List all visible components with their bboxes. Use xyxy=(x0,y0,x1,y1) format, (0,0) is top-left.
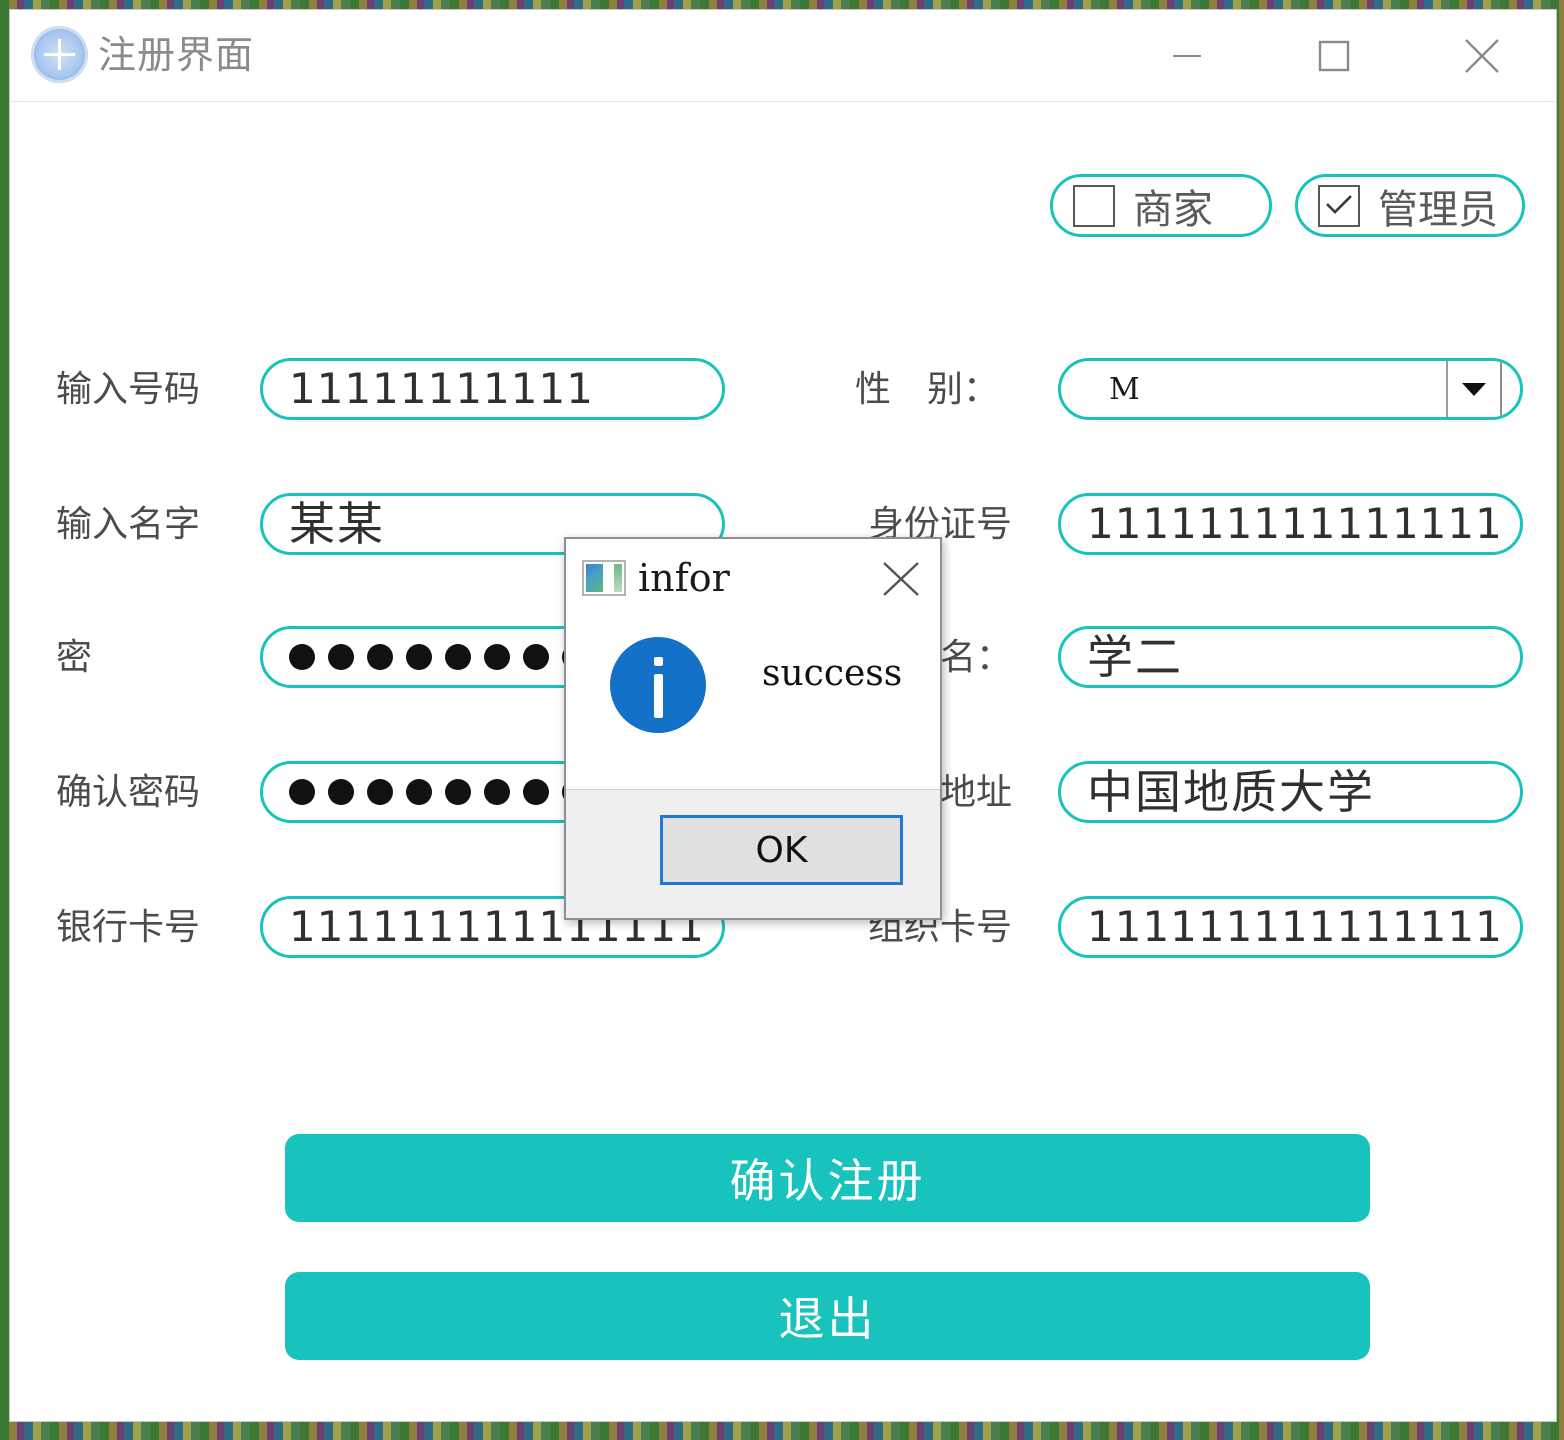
java-window-icon xyxy=(582,560,626,596)
info-circle-icon xyxy=(610,637,706,733)
exit-button[interactable]: 退出 xyxy=(285,1272,1370,1360)
checkbox-checked-icon[interactable] xyxy=(1318,184,1360,227)
window-title: 注册界面 xyxy=(98,33,255,77)
checkbox-unchecked-icon[interactable] xyxy=(1073,184,1115,227)
confirm-register-button[interactable]: 确认注册 xyxy=(285,1134,1370,1222)
value-password-dots xyxy=(289,644,588,670)
label-confirm-password: 确认密码 xyxy=(56,772,201,813)
close-icon xyxy=(1465,39,1499,73)
value-phone: 11111111111 xyxy=(289,364,594,413)
input-org-card[interactable]: 111111111111111 xyxy=(1058,896,1523,958)
registration-window: 注册界面 商家 管理员 输入号码 11111111111 输入名字 某某 密 码… xyxy=(9,9,1557,1422)
role-label-admin: 管理员 xyxy=(1378,186,1498,233)
maximize-icon xyxy=(1318,40,1350,72)
role-label-merchant: 商家 xyxy=(1133,186,1213,233)
value-gender: M xyxy=(1109,371,1140,407)
info-dialog: infor success OK xyxy=(564,537,942,920)
chevron-down-icon[interactable] xyxy=(1446,361,1502,417)
value-org-name: 学二 xyxy=(1087,630,1183,684)
dialog-footer: OK xyxy=(566,789,940,918)
select-gender[interactable]: M xyxy=(1058,358,1523,420)
dialog-message: success xyxy=(762,653,903,694)
university-seal-icon xyxy=(31,26,88,83)
value-id-number: 111111111111111 xyxy=(1087,499,1503,548)
maximize-button[interactable] xyxy=(1299,28,1369,84)
dialog-body: success xyxy=(566,617,940,789)
close-icon xyxy=(883,562,919,596)
dialog-close-button[interactable] xyxy=(878,557,924,601)
dialog-titlebar: infor xyxy=(566,539,940,617)
label-phone: 输入号码 xyxy=(56,369,201,410)
input-org-address[interactable]: 中国地质大学 xyxy=(1058,761,1523,823)
gender-select-inner: M xyxy=(1087,361,1514,417)
input-id-number[interactable]: 111111111111111 xyxy=(1058,493,1523,555)
role-checkbox-merchant[interactable]: 商家 xyxy=(1050,174,1272,237)
value-org-address: 中国地质大学 xyxy=(1087,765,1375,819)
role-checkbox-admin[interactable]: 管理员 xyxy=(1295,174,1525,237)
label-gender: 性 别： xyxy=(855,369,1000,410)
close-button[interactable] xyxy=(1447,28,1517,84)
dialog-title: infor xyxy=(638,556,730,600)
minimize-icon xyxy=(1173,55,1201,57)
input-phone[interactable]: 11111111111 xyxy=(260,358,725,420)
input-org-name[interactable]: 学二 xyxy=(1058,626,1523,688)
dialog-ok-button[interactable]: OK xyxy=(660,815,903,885)
value-confirm-password-dots xyxy=(289,779,588,805)
value-org-card: 111111111111111 xyxy=(1087,902,1503,951)
minimize-button[interactable] xyxy=(1152,28,1222,84)
check-icon xyxy=(1326,194,1352,214)
window-titlebar: 注册界面 xyxy=(10,10,1556,102)
label-bank-card: 银行卡号 xyxy=(56,907,201,948)
label-name: 输入名字 xyxy=(56,504,201,545)
value-name: 某某 xyxy=(289,497,385,551)
